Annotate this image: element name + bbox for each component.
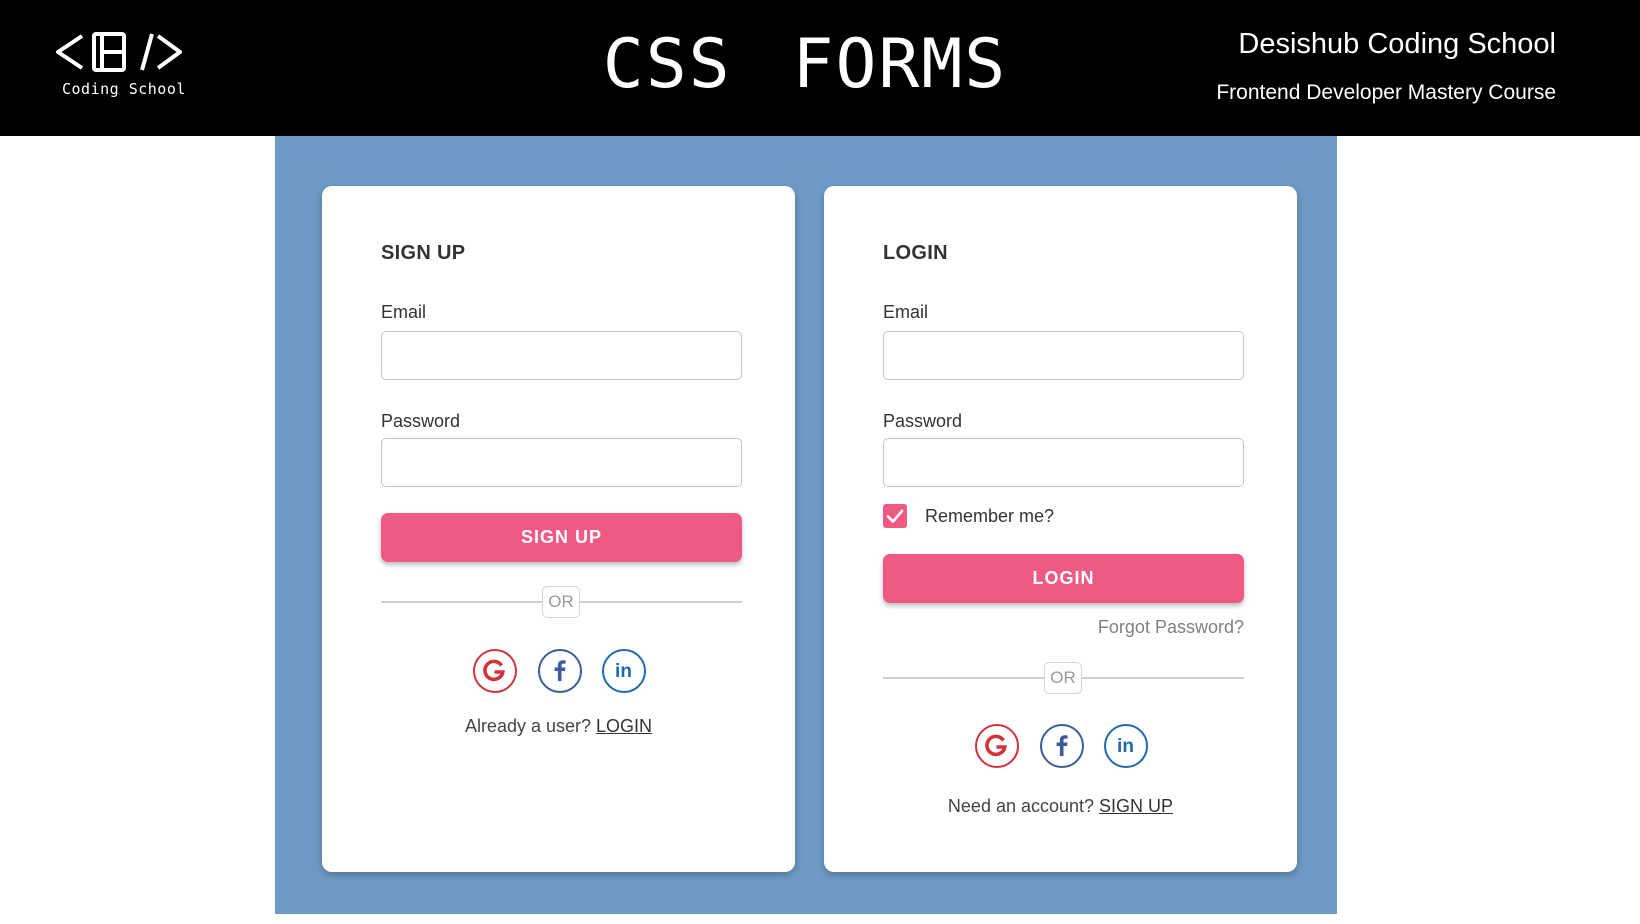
page-title: CSS FORMS [602, 25, 1008, 104]
signup-or-badge: OR [542, 586, 580, 618]
checkmark-icon [886, 509, 904, 523]
facebook-icon [1056, 735, 1068, 756]
remember-me-row: Remember me? [883, 503, 1054, 529]
signup-footer: Already a user? LOGIN [322, 716, 795, 737]
code-logo-icon [56, 32, 182, 72]
facebook-icon [554, 660, 566, 681]
login-or-badge: OR [1044, 662, 1082, 694]
login-facebook-button[interactable] [1040, 724, 1084, 768]
svg-text:in: in [1117, 736, 1134, 757]
remember-me-label: Remember me? [925, 505, 1055, 526]
goto-login-link[interactable]: LOGIN [596, 716, 652, 736]
login-password-input[interactable] [883, 438, 1244, 487]
linkedin-icon: in [1117, 736, 1134, 757]
logo: Coding School [54, 28, 186, 100]
logo-text: Coding School [62, 80, 186, 98]
login-card: LOGIN Email Password Remember me? LOGIN … [824, 186, 1297, 872]
signup-linkedin-button[interactable]: in [602, 649, 646, 693]
signup-button[interactable]: SIGN UP [381, 513, 742, 562]
signup-password-label: Password [381, 411, 461, 431]
brand-block: Desishub Coding School Frontend Develope… [1216, 26, 1556, 108]
linkedin-icon: in [615, 661, 632, 682]
goto-signup-link[interactable]: SIGN UP [1099, 796, 1173, 816]
top-banner: Coding School CSS FORMS Desishub Coding … [0, 0, 1640, 136]
login-button[interactable]: LOGIN [883, 554, 1244, 603]
login-google-button[interactable] [975, 724, 1019, 768]
login-email-label: Email [883, 302, 929, 322]
login-footer-text: Need an account? [947, 796, 1095, 816]
login-password-label: Password [883, 411, 963, 431]
google-icon [985, 734, 1007, 757]
google-icon [483, 659, 505, 682]
svg-text:in: in [615, 661, 632, 682]
brand-name: Desishub Coding School [1238, 28, 1556, 60]
forgot-password-link[interactable]: Forgot Password? [1098, 617, 1244, 638]
forms-stage: SIGN UP Email Password SIGN UP OR in Alr… [275, 136, 1337, 914]
login-email-input[interactable] [883, 331, 1244, 380]
signup-facebook-button[interactable] [538, 649, 582, 693]
remember-me-checkbox[interactable] [883, 504, 907, 528]
signup-google-button[interactable] [473, 649, 517, 693]
signup-password-input[interactable] [381, 438, 742, 487]
course-name: Frontend Developer Mastery Course [1216, 81, 1556, 104]
signup-email-label: Email [381, 302, 427, 322]
login-linkedin-button[interactable]: in [1104, 724, 1148, 768]
signup-card: SIGN UP Email Password SIGN UP OR in Alr… [322, 186, 795, 872]
login-footer: Need an account? SIGN UP [824, 796, 1297, 817]
signup-footer-text: Already a user? [464, 716, 592, 736]
signup-title: SIGN UP [381, 242, 466, 264]
login-title: LOGIN [883, 242, 948, 264]
signup-email-input[interactable] [381, 331, 742, 380]
